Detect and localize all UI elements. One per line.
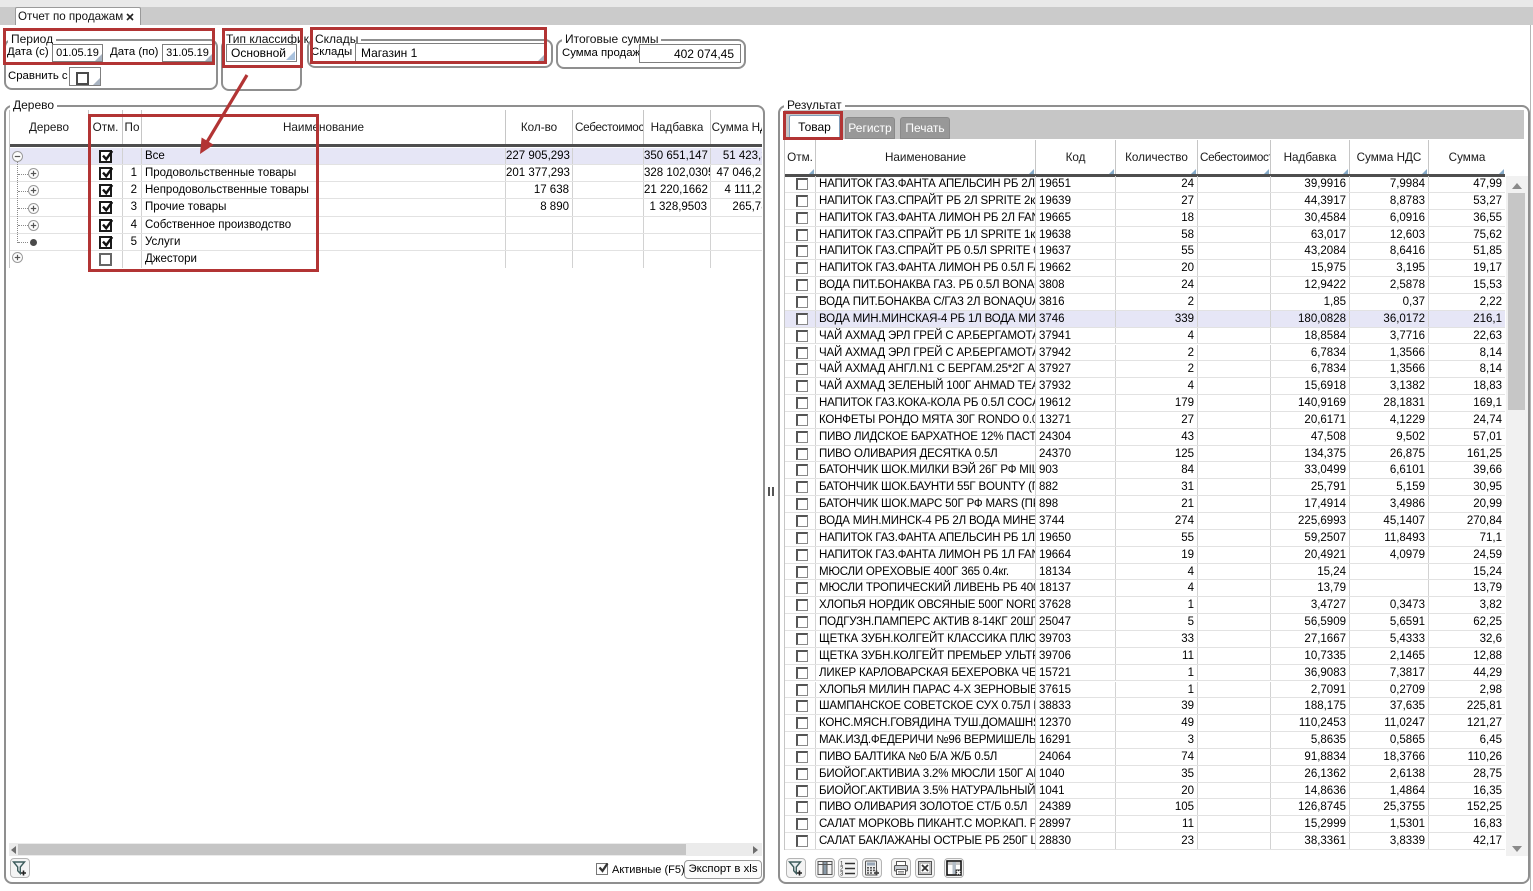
svg-text:3: 3	[840, 872, 844, 877]
